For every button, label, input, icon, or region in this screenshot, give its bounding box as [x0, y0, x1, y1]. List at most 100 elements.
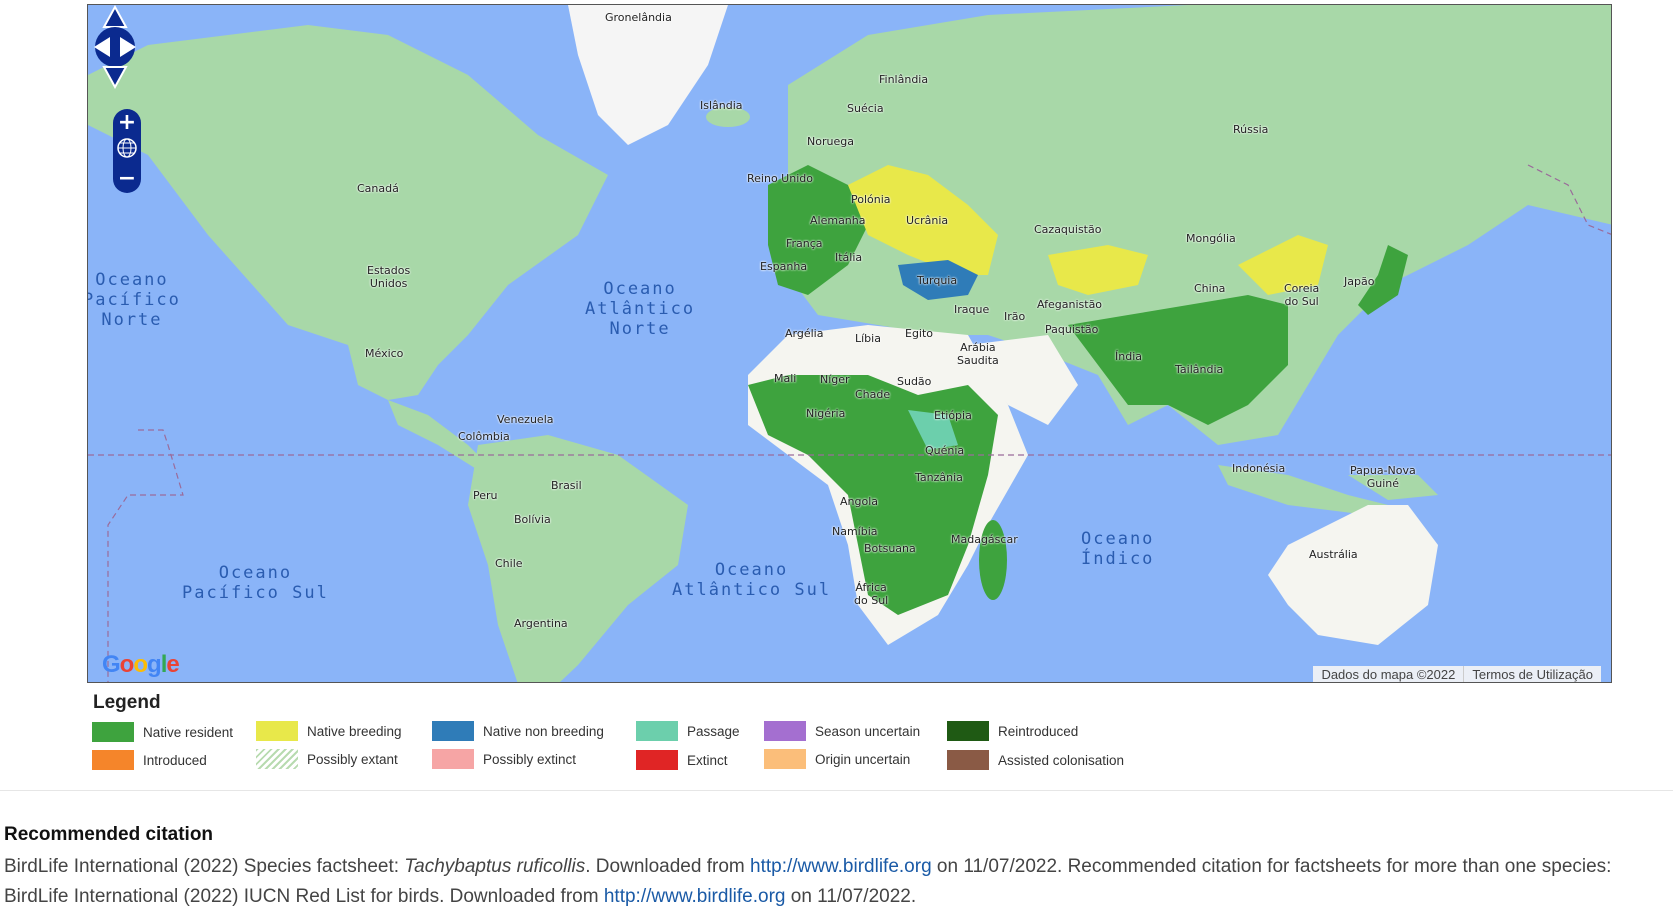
map-label-quenia: Quénia: [925, 444, 965, 457]
map-label-mali: Mali: [774, 372, 797, 385]
map-label-madagascar: Madagáscar: [951, 533, 1018, 546]
map-label-etiopia: Etiópia: [934, 409, 972, 422]
map-label-iraque: Iraque: [954, 303, 990, 316]
map-label-tanzania: Tanzânia: [915, 471, 963, 484]
citation-part: BirdLife International (2022) Species fa…: [4, 856, 405, 877]
land-north-america: [88, 25, 608, 400]
pan-control[interactable]: [88, 5, 142, 89]
legend-label: Possibly extinct: [483, 751, 577, 767]
map-label-coreia-do-sul: Coreia do Sul: [1284, 282, 1320, 308]
map-label-japao: Japão: [1344, 275, 1375, 288]
legend-swatch: [432, 749, 474, 769]
legend-item-passage: Passage: [636, 720, 740, 742]
map-footer: Dados do mapa ©2022 Termos de Utilização: [1313, 666, 1601, 682]
map-label-turquia: Turquia: [917, 274, 958, 287]
legend-item-native-resident: Native resident: [92, 721, 233, 743]
map-label-africa-do-sul: África do Sul: [854, 581, 889, 607]
map-label-paquistao: Paquistão: [1045, 323, 1099, 336]
map-label-botsuana: Botsuana: [864, 542, 916, 555]
map-label-sudao: Sudão: [897, 375, 932, 388]
legend-swatch: [636, 750, 678, 770]
legend-label: Reintroduced: [998, 723, 1079, 739]
google-logo-letter: e: [166, 651, 179, 678]
legend-item-season-uncertain: Season uncertain: [764, 720, 920, 742]
map-label-italia: Itália: [835, 251, 863, 264]
birdlife-link[interactable]: http://www.birdlife.org: [750, 856, 932, 877]
map-label-chile: Chile: [495, 557, 523, 570]
map-label-namibia: Namíbia: [832, 525, 878, 538]
map-label-chade: Chade: [855, 388, 891, 401]
map-label-canada: Canadá: [357, 182, 399, 195]
legend-item-possibly-extinct: Possibly extinct: [432, 748, 576, 770]
google-logo[interactable]: Google: [102, 651, 180, 679]
pan-up-icon: [102, 5, 128, 28]
map-label-bolivia: Bolívia: [514, 513, 551, 526]
citation-title: Recommended citation: [4, 824, 214, 845]
legend-item-reintroduced: Reintroduced: [947, 720, 1078, 742]
map-label-franca: França: [786, 237, 823, 250]
legend-item-introduced: Introduced: [92, 749, 207, 771]
legend-item-assisted-colonisation: Assisted colonisation: [947, 749, 1124, 771]
ocean-label-pacifico-sul: Oceano Pacífico Sul: [182, 563, 329, 603]
map-label-brasil: Brasil: [551, 479, 582, 492]
map-label-cazaquistao: Cazaquistão: [1034, 223, 1102, 236]
map-label-polonia: Polónia: [851, 193, 891, 206]
legend-item-native-breeding: Native breeding: [256, 720, 402, 742]
map-label-papua: Papua-Nova Guiné: [1350, 464, 1416, 490]
map-label-espanha: Espanha: [760, 260, 808, 273]
map-label-indonesia: Indonésia: [1232, 462, 1286, 475]
google-logo-letter: g: [147, 651, 162, 678]
map-label-reino-unido: Reino Unido: [747, 172, 813, 185]
map-attribution: Dados do mapa ©2022: [1321, 667, 1456, 682]
legend-label: Extinct: [687, 752, 728, 768]
map-label-angola: Angola: [840, 495, 879, 508]
legend-label: Origin uncertain: [815, 751, 911, 767]
map-label-irao: Irão: [1004, 310, 1026, 323]
map-label-egito: Egito: [905, 327, 934, 340]
legend-label: Passage: [687, 723, 740, 739]
legend-swatch: [764, 749, 806, 769]
legend-label: Native non breeding: [483, 723, 604, 739]
legend-label: Assisted colonisation: [998, 752, 1125, 768]
legend-label: Season uncertain: [815, 723, 921, 739]
map-label-china: China: [1194, 282, 1226, 295]
zoom-in-button[interactable]: +: [113, 109, 141, 137]
range-map[interactable]: Gronelândia Islândia Finlândia Suécia No…: [87, 4, 1612, 683]
legend-swatch: [256, 721, 298, 741]
legend-item-extinct: Extinct: [636, 749, 728, 771]
map-label-venezuela: Venezuela: [497, 413, 554, 426]
map-label-mongolia: Mongólia: [1186, 232, 1236, 245]
legend-swatch: [432, 721, 474, 741]
birdlife-link[interactable]: http://www.birdlife.org: [604, 886, 786, 907]
map-label-niger: Níger: [820, 373, 850, 386]
zoom-out-button[interactable]: −: [113, 165, 141, 193]
legend-label: Introduced: [143, 752, 207, 768]
legend-swatch: [947, 750, 989, 770]
map-label-argelia: Argélia: [785, 327, 824, 340]
legend-item-possibly-extant: Possibly extant: [256, 748, 398, 770]
map-label-gronelandia: Gronelândia: [605, 11, 672, 24]
ocean-label-atlantico-sul: Oceano Atlântico Sul: [672, 560, 832, 600]
citation-text: BirdLife International (2022) Species fa…: [4, 852, 1673, 912]
land-greenland: [568, 5, 728, 145]
map-label-arabia-saudita: Arábia Saudita: [957, 341, 999, 367]
map-label-australia: Austrália: [1309, 548, 1358, 561]
map-label-alemanha: Alemanha: [810, 214, 866, 227]
google-logo-letter: o: [119, 651, 135, 678]
legend-title: Legend: [93, 692, 161, 713]
map-label-ucrania: Ucrânia: [906, 214, 949, 227]
map-terms-link[interactable]: Termos de Utilização: [1463, 666, 1601, 682]
section-divider: [0, 790, 1673, 791]
map-label-finlandia: Finlândia: [879, 73, 929, 86]
google-logo-letter: o: [133, 651, 148, 678]
citation-part: on 11/07/2022.: [785, 886, 917, 907]
legend-item-native-non-breeding: Native non breeding: [432, 720, 604, 742]
globe-icon[interactable]: [116, 137, 138, 159]
ocean-label-indico: Oceano Índico: [1081, 529, 1155, 569]
legend-swatch: [92, 750, 134, 770]
land-madagascar: [979, 520, 1007, 600]
map-label-peru: Peru: [473, 489, 498, 502]
legend-label: Possibly extant: [307, 751, 398, 767]
map-label-suecia: Suécia: [847, 102, 884, 115]
zoom-control: + −: [113, 109, 141, 193]
